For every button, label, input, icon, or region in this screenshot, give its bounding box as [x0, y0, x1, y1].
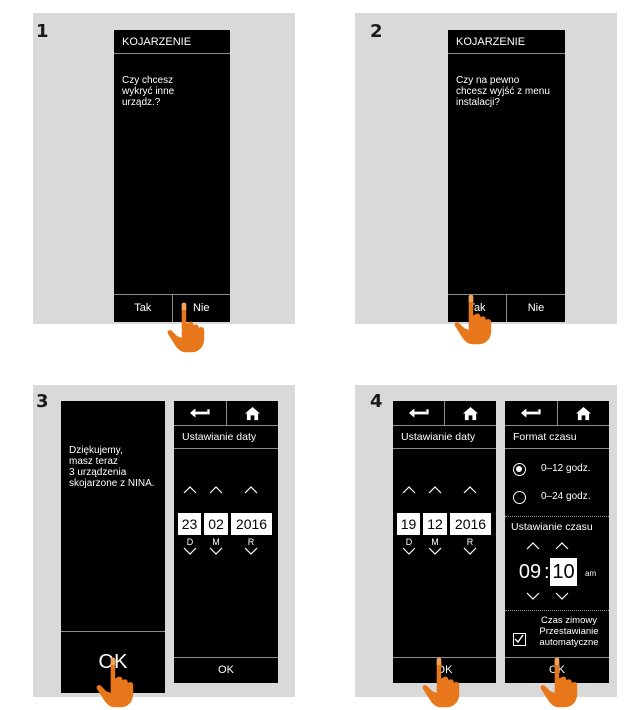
pointing-hand-icon: [94, 656, 140, 710]
option-12h-label: 0–12 godz.: [541, 463, 591, 474]
step-number: 2: [370, 21, 383, 42]
home-icon: [244, 406, 261, 421]
nie-button[interactable]: Nie: [506, 295, 565, 322]
ok-button[interactable]: OK: [174, 658, 278, 683]
pointing-hand-icon: [165, 301, 211, 355]
date-screen: Ustawianie daty 19 12 2016 D M R OK: [393, 401, 496, 683]
nav-bar: [174, 401, 278, 425]
time-title: Ustawianie czasu: [511, 521, 593, 533]
year-value[interactable]: 2016: [450, 513, 491, 535]
option-24h-label: 0–24 godz.: [541, 491, 591, 502]
step-number: 1: [36, 21, 49, 42]
radio-button[interactable]: [513, 491, 526, 504]
chevron-down-icon[interactable]: [244, 547, 258, 555]
remote-screen: KOJARZENIE Czy chcesz wykryć inne urządz…: [114, 30, 230, 322]
chevron-down-icon[interactable]: [428, 547, 442, 555]
step3-panel: 3 Dziękujemy, masz teraz 3 urządzenia sk…: [33, 385, 295, 697]
month-label: M: [431, 537, 439, 547]
dst-line: Przestawianie: [539, 626, 599, 637]
step-number: 3: [36, 391, 49, 412]
chevron-down-icon[interactable]: [183, 547, 197, 555]
home-button[interactable]: [556, 401, 610, 425]
year-label: R: [466, 537, 474, 547]
chevron-up-icon[interactable]: [209, 486, 223, 494]
chevron-down-icon[interactable]: [402, 547, 416, 555]
chevron-up-icon[interactable]: [244, 486, 258, 494]
time-separator: :: [544, 561, 550, 583]
day-label: D: [405, 537, 413, 547]
year-label: R: [247, 537, 255, 547]
tak-button[interactable]: Tak: [114, 295, 172, 322]
date-title: Ustawianie daty: [174, 425, 278, 449]
date-screen: Ustawianie daty 23 02 2016 D M R OK: [174, 401, 278, 683]
time-format-screen: Format czasu 0–12 godz. 0–24 godz. Ustaw…: [505, 401, 609, 683]
day-label: D: [186, 537, 194, 547]
chevron-down-icon[interactable]: [555, 592, 569, 600]
dst-line: Czas zimowy: [541, 615, 597, 626]
back-arrow-icon: [408, 407, 430, 419]
dst-line: automatyczne: [539, 637, 599, 648]
pointing-hand-icon: [538, 656, 584, 710]
screen-message: Dziękujemy, masz teraz 3 urządzenia skoj…: [69, 445, 155, 489]
step1-panel: 1 KOJARZENIE Czy chcesz wykryć inne urzą…: [33, 13, 295, 324]
step-number: 4: [370, 391, 383, 412]
back-button[interactable]: [174, 401, 226, 425]
month-value[interactable]: 12: [423, 513, 447, 535]
ampm-label: am: [585, 569, 597, 578]
back-button[interactable]: [393, 401, 444, 425]
month-value[interactable]: 02: [204, 513, 228, 535]
home-icon: [462, 406, 479, 421]
home-icon: [575, 406, 592, 421]
step4-panel: 4 Ustawianie daty 19 12 2016 D M R OK Fo…: [355, 385, 617, 697]
screen-title: KOJARZENIE: [448, 30, 565, 54]
screen-message: Czy na pewno chcesz wyjść z menu instala…: [456, 75, 550, 108]
nav-bar: [505, 401, 609, 425]
day-value[interactable]: 23: [178, 513, 201, 535]
back-button[interactable]: [505, 401, 557, 425]
chevron-up-icon[interactable]: [428, 486, 442, 494]
divider: [505, 610, 609, 611]
chevron-up-icon[interactable]: [526, 542, 540, 550]
radio-button[interactable]: [513, 463, 526, 476]
chevron-up-icon[interactable]: [402, 486, 416, 494]
divider: [505, 516, 609, 517]
back-arrow-icon: [520, 407, 542, 419]
minute-value[interactable]: 10: [550, 558, 577, 586]
date-title: Ustawianie daty: [393, 425, 496, 449]
remote-screen: KOJARZENIE Czy na pewno chcesz wyjść z m…: [448, 30, 565, 322]
home-button[interactable]: [444, 401, 496, 425]
back-arrow-icon: [189, 407, 211, 419]
button-row: OK: [174, 657, 278, 683]
nav-bar: [393, 401, 496, 425]
dst-label: Czas zimowy Przestawianie automatyczne: [531, 615, 607, 648]
chevron-down-icon[interactable]: [463, 547, 477, 555]
pointing-hand-icon: [452, 293, 498, 347]
chevron-down-icon[interactable]: [209, 547, 223, 555]
chevron-up-icon[interactable]: [463, 486, 477, 494]
day-value[interactable]: 19: [397, 513, 420, 535]
format-title: Format czasu: [505, 425, 609, 449]
pointing-hand-icon: [420, 656, 466, 710]
hour-value[interactable]: 09: [516, 558, 544, 586]
chevron-down-icon[interactable]: [526, 592, 540, 600]
checkbox-checked-icon[interactable]: [513, 633, 526, 646]
month-label: M: [212, 537, 220, 547]
chevron-up-icon[interactable]: [183, 486, 197, 494]
confirmation-screen: Dziękujemy, masz teraz 3 urządzenia skoj…: [61, 401, 165, 693]
year-value[interactable]: 2016: [231, 513, 272, 535]
home-button[interactable]: [225, 401, 279, 425]
chevron-up-icon[interactable]: [555, 542, 569, 550]
step2-panel: 2 KOJARZENIE Czy na pewno chcesz wyjść z…: [355, 13, 617, 324]
screen-message: Czy chcesz wykryć inne urządz.?: [122, 75, 175, 108]
screen-title: KOJARZENIE: [114, 30, 230, 54]
